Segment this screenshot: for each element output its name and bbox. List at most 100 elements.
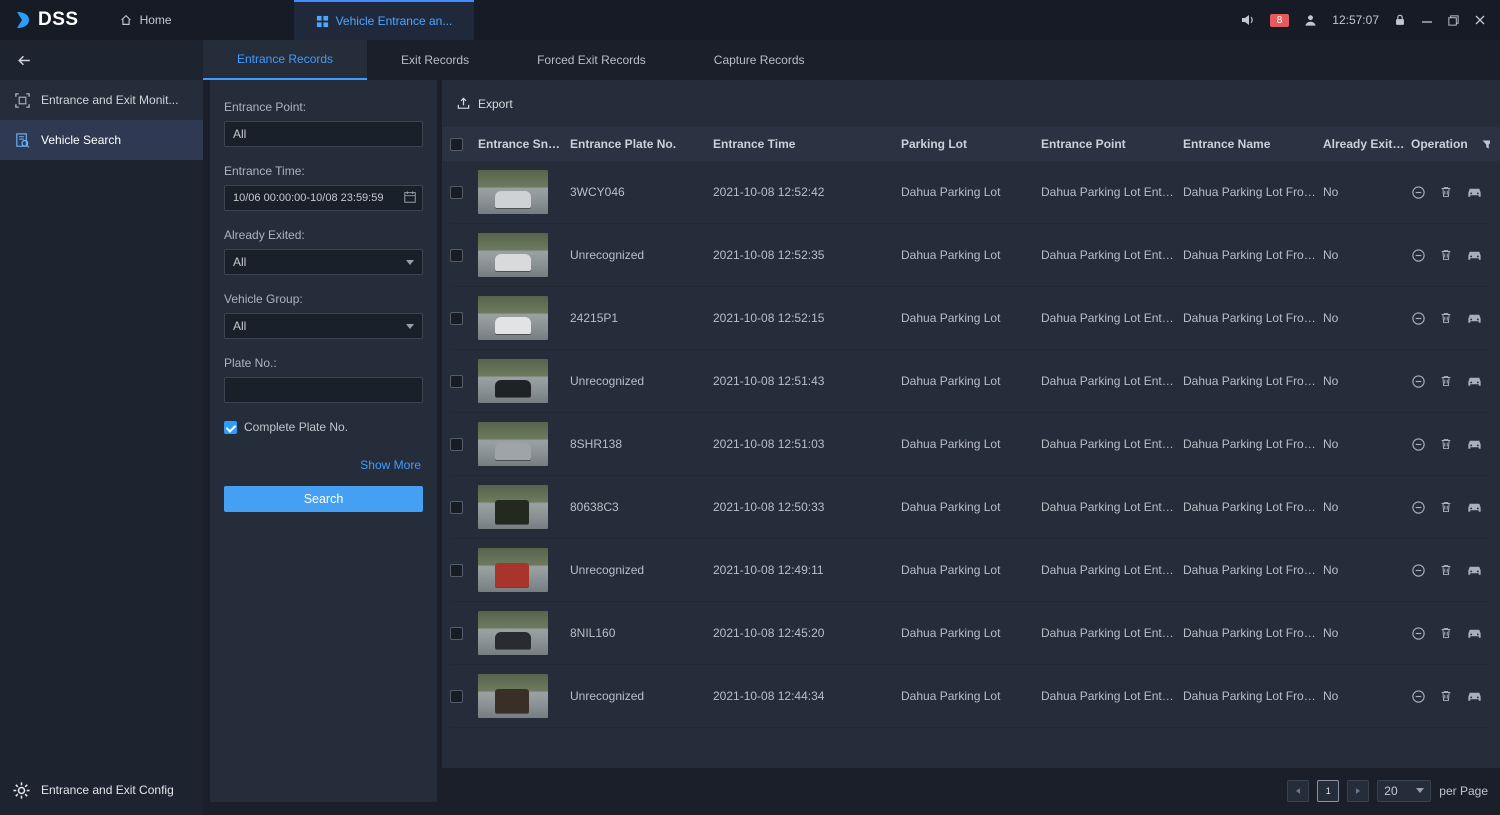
delete-icon[interactable] [1439,248,1453,262]
tab-entrance-records[interactable]: Entrance Records [203,40,367,80]
sidebar-item-entrance-exit-config[interactable]: Entrance and Exit Config [0,765,203,815]
plate-no-input[interactable] [224,377,423,403]
row-checkbox[interactable] [450,186,463,199]
vehicle-info-icon[interactable] [1466,626,1483,640]
vehicle-info-icon[interactable] [1466,689,1483,703]
monitoring-icon [14,92,31,109]
vehicle-thumbnail[interactable] [478,485,548,529]
sidebar-item-vehicle-search[interactable]: Vehicle Search [0,120,203,160]
table-row[interactable]: 8NIL160 2021-10-08 12:45:20 Dahua Parkin… [450,602,1490,665]
table-row[interactable]: Unrecognized 2021-10-08 12:44:34 Dahua P… [450,665,1490,728]
user-icon[interactable] [1303,13,1318,28]
lock-icon[interactable] [1393,13,1407,27]
vehicle-info-icon[interactable] [1466,374,1483,388]
page-number-button[interactable]: 1 [1317,780,1339,802]
restore-icon[interactable] [1447,14,1460,27]
forced-exit-icon[interactable] [1411,437,1426,452]
forced-exit-icon[interactable] [1411,248,1426,263]
vehicle-info-icon[interactable] [1466,437,1483,451]
entrance-time: 2021-10-08 12:51:03 [713,437,901,451]
row-checkbox[interactable] [450,627,463,640]
delete-icon[interactable] [1439,563,1453,577]
entrance-point: Dahua Parking Lot Entra... [1041,311,1183,325]
tab-exit-records[interactable]: Exit Records [367,40,503,80]
entrance-time-input[interactable] [224,185,423,211]
forced-exit-icon[interactable] [1411,626,1426,641]
select-all-checkbox[interactable] [450,138,463,151]
vehicle-info-icon[interactable] [1466,248,1483,262]
vehicle-group-label: Vehicle Group: [224,292,423,306]
tab-home[interactable]: Home [97,0,194,40]
entrance-point: Dahua Parking Lot Entra... [1041,185,1183,199]
delete-icon[interactable] [1439,500,1453,514]
delete-icon[interactable] [1439,626,1453,640]
vehicle-info-icon[interactable] [1466,563,1483,577]
vehicle-thumbnail[interactable] [478,170,548,214]
entrance-point-input[interactable] [224,121,423,147]
row-checkbox[interactable] [450,438,463,451]
table-row[interactable]: Unrecognized 2021-10-08 12:49:11 Dahua P… [450,539,1490,602]
calendar-icon[interactable] [403,190,417,204]
vehicle-thumbnail[interactable] [478,674,548,718]
back-button[interactable] [0,40,203,80]
vehicle-info-icon[interactable] [1466,500,1483,514]
entrance-name: Dahua Parking Lot Front... [1183,248,1323,262]
forced-exit-icon[interactable] [1411,311,1426,326]
tab-capture-records[interactable]: Capture Records [680,40,839,80]
delete-icon[interactable] [1439,689,1453,703]
row-checkbox[interactable] [450,564,463,577]
tab-vehicle-entrance[interactable]: Vehicle Entrance an... [294,0,475,40]
tab-forced-exit-records[interactable]: Forced Exit Records [503,40,680,80]
entrance-name: Dahua Parking Lot Front... [1183,437,1323,451]
search-button[interactable]: Search [224,486,423,512]
vehicle-info-icon[interactable] [1466,311,1483,325]
page-size-select[interactable]: 20 [1377,780,1431,802]
minimize-icon[interactable] [1421,14,1433,26]
delete-icon[interactable] [1439,185,1453,199]
forced-exit-icon[interactable] [1411,689,1426,704]
already-exited-select[interactable]: All [224,249,423,275]
pagination: 1 20 per Page [442,768,1500,813]
clock: 12:57:07 [1332,13,1379,27]
sidebar-item-entrance-exit-monitoring[interactable]: Entrance and Exit Monit... [0,80,203,120]
delete-icon[interactable] [1439,374,1453,388]
speaker-icon[interactable] [1240,12,1256,28]
row-checkbox[interactable] [450,312,463,325]
complete-plate-checkbox[interactable] [224,421,237,434]
table-body: 3WCY046 2021-10-08 12:52:42 Dahua Parkin… [442,161,1500,768]
table-row[interactable]: 24215P1 2021-10-08 12:52:15 Dahua Parkin… [450,287,1490,350]
delete-icon[interactable] [1439,437,1453,451]
row-checkbox[interactable] [450,501,463,514]
forced-exit-icon[interactable] [1411,185,1426,200]
table-row[interactable]: Unrecognized 2021-10-08 12:52:35 Dahua P… [450,224,1490,287]
vehicle-thumbnail[interactable] [478,611,548,655]
export-button[interactable]: Export [442,80,1500,127]
row-checkbox[interactable] [450,249,463,262]
prev-page-button[interactable] [1287,780,1309,802]
table-row[interactable]: 3WCY046 2021-10-08 12:52:42 Dahua Parkin… [450,161,1490,224]
table-row[interactable]: 80638C3 2021-10-08 12:50:33 Dahua Parkin… [450,476,1490,539]
show-more-link[interactable]: Show More [224,458,421,472]
vehicle-thumbnail[interactable] [478,296,548,340]
vehicle-thumbnail[interactable] [478,359,548,403]
entrance-name: Dahua Parking Lot Front... [1183,689,1323,703]
row-checkbox[interactable] [450,375,463,388]
table-row[interactable]: Unrecognized 2021-10-08 12:51:43 Dahua P… [450,350,1490,413]
forced-exit-icon[interactable] [1411,563,1426,578]
vehicle-thumbnail[interactable] [478,422,548,466]
forced-exit-icon[interactable] [1411,500,1426,515]
vehicle-image [495,689,529,713]
table-row[interactable]: 8SHR138 2021-10-08 12:51:03 Dahua Parkin… [450,413,1490,476]
vehicle-group-select[interactable]: All [224,313,423,339]
forced-exit-icon[interactable] [1411,374,1426,389]
vehicle-thumbnail[interactable] [478,548,548,592]
row-checkbox[interactable] [450,690,463,703]
filter-icon[interactable] [1481,138,1490,151]
next-page-button[interactable] [1347,780,1369,802]
alert-count-badge[interactable]: 8 [1270,14,1290,27]
close-icon[interactable] [1474,14,1486,26]
col-parking-lot: Parking Lot [901,137,1041,151]
vehicle-info-icon[interactable] [1466,185,1483,199]
vehicle-thumbnail[interactable] [478,233,548,277]
delete-icon[interactable] [1439,311,1453,325]
